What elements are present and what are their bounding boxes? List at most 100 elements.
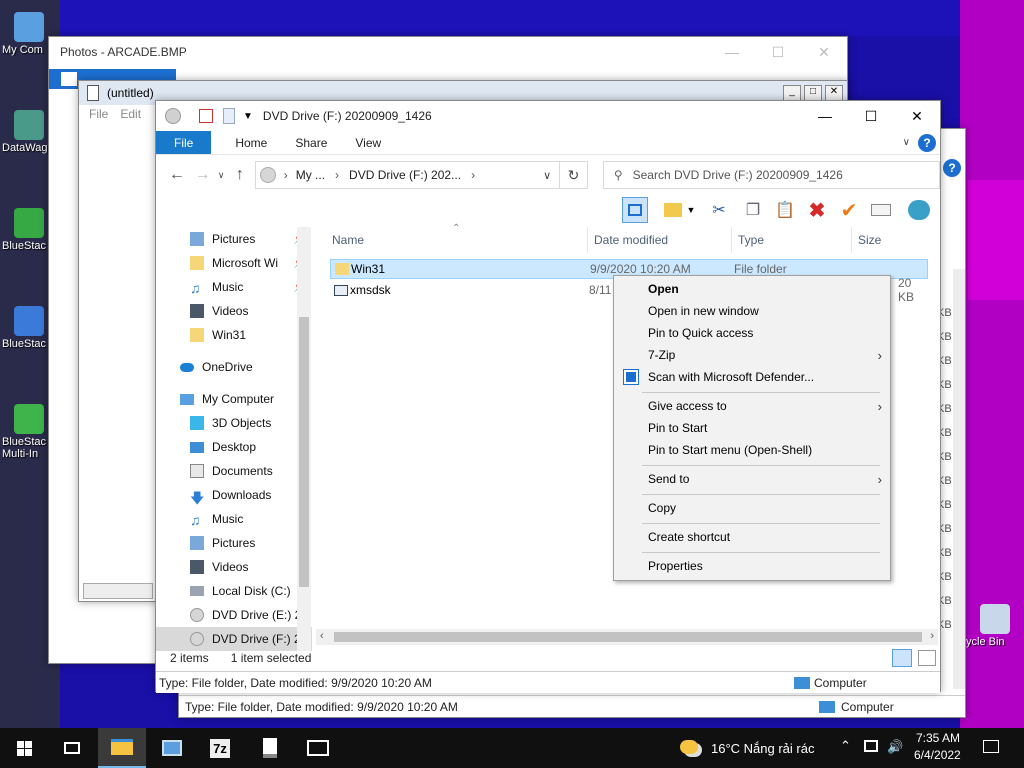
nav-item-pictures[interactable]: Pictures [156, 531, 312, 555]
navigation-pane[interactable]: Pictures 📌 Microsoft Wi 📌 ♫ Music 📌 Vide… [156, 227, 312, 651]
minimize-button[interactable]: _ [783, 85, 801, 101]
tab-share[interactable]: Share [281, 131, 341, 154]
scroll-right-icon[interactable]: › [930, 630, 934, 642]
recent-dropdown-icon[interactable]: ∨ [215, 170, 227, 181]
delete-icon[interactable]: ✖ [804, 197, 830, 223]
taskbar-notepad[interactable] [246, 728, 294, 768]
desktop-icon-bluestacks-multi[interactable]: BlueStac Multi-In [2, 404, 52, 460]
cut-icon[interactable]: ✂ [706, 197, 732, 223]
menu-item-copy[interactable]: Copy [614, 497, 890, 519]
tab-view[interactable]: View [341, 131, 395, 154]
menu-item-open[interactable]: Open [614, 278, 890, 300]
menu-item-pin-start-openshell[interactable]: Pin to Start menu (Open-Shell) [614, 439, 890, 461]
taskbar-photos[interactable] [294, 728, 342, 768]
properties-qat-icon[interactable] [199, 109, 213, 123]
nav-scroll-thumb[interactable] [299, 317, 309, 587]
back-arrow-icon[interactable]: ← [164, 166, 190, 184]
taskbar-control-panel[interactable] [148, 728, 196, 768]
address-bar[interactable]: › My ... › DVD Drive (F:) 202... › ∨ [254, 161, 561, 189]
nav-item-documents[interactable]: Documents [156, 459, 312, 483]
menu-item-pin-quick-access[interactable]: Pin to Quick access [614, 322, 890, 344]
nav-item-3d-objects[interactable]: 3D Objects [156, 411, 312, 435]
menu-item-send-to[interactable]: Send to › [614, 468, 890, 490]
tray-chevron-icon[interactable]: ⌃ [840, 738, 851, 754]
photos-titlebar[interactable]: Photos - ARCADE.BMP — ☐ ✕ [49, 37, 847, 67]
nav-item-microsoft-wi[interactable]: Microsoft Wi 📌 [156, 251, 312, 275]
context-menu[interactable]: Open Open in new window Pin to Quick acc… [613, 275, 891, 581]
maximize-button[interactable]: ☐ [755, 37, 801, 67]
menu-item-7zip[interactable]: 7-Zip › [614, 344, 890, 366]
nav-item-music[interactable]: ♫ Music [156, 507, 312, 531]
close-button[interactable]: ✕ [825, 85, 843, 101]
network-icon[interactable] [864, 740, 878, 752]
copy-icon[interactable]: ❐ [740, 197, 766, 223]
menu-item-create-shortcut[interactable]: Create shortcut [614, 526, 890, 548]
forward-arrow-icon[interactable]: → [190, 166, 216, 184]
search-input[interactable]: Search DVD Drive (F:) 20200909_1426 [633, 168, 843, 182]
nav-item-music-pinned[interactable]: ♫ Music 📌 [156, 275, 312, 299]
tab-file[interactable]: File [156, 131, 212, 154]
menu-item-pin-start[interactable]: Pin to Start [614, 417, 890, 439]
minimize-button[interactable]: — [709, 37, 755, 67]
desktop-icon-my-computer[interactable]: My Com [2, 12, 52, 56]
breadcrumb-my-computer[interactable]: My ... [296, 168, 325, 182]
clock-date[interactable]: 6/4/2022 [914, 748, 961, 762]
taskbar-7zip[interactable]: 7z [196, 728, 244, 768]
nav-item-my-computer[interactable]: My Computer [156, 387, 312, 411]
refresh-button[interactable]: ↻ [560, 161, 588, 189]
nav-item-onedrive[interactable]: OneDrive [156, 355, 312, 379]
preview-pane-icon[interactable] [622, 197, 648, 223]
qat-dropdown-icon[interactable]: ▼ [243, 111, 253, 122]
nav-item-downloads[interactable]: 🡇 Downloads [156, 483, 312, 507]
close-button[interactable]: ✕ [801, 37, 847, 67]
breadcrumb-chevron-icon[interactable]: › [335, 168, 339, 182]
breadcrumb-dvd-drive[interactable]: DVD Drive (F:) 202... [349, 168, 461, 182]
maximize-button[interactable]: □ [804, 85, 822, 101]
file-list-hscroll[interactable]: ‹ › [316, 629, 938, 645]
taskbar-file-explorer[interactable] [98, 728, 146, 768]
start-button[interactable] [0, 728, 48, 768]
column-header-name[interactable]: Name [326, 227, 588, 253]
back-help-icon[interactable]: ? [943, 159, 961, 177]
menu-file[interactable]: File [89, 107, 108, 121]
nav-item-local-disk-c[interactable]: Local Disk (C:) [156, 579, 312, 603]
menu-item-give-access[interactable]: Give access to › [614, 395, 890, 417]
notepad-hscroll[interactable] [83, 583, 153, 599]
breadcrumb-chevron-icon[interactable]: › [471, 168, 475, 182]
explorer-titlebar[interactable]: ▼ DVD Drive (F:) 20200909_1426 — ☐ ✕ [156, 101, 940, 131]
close-button[interactable]: ✕ [894, 101, 940, 131]
clock-time[interactable]: 7:35 AM [916, 731, 960, 745]
column-header-date[interactable]: Date modified [588, 227, 732, 253]
address-dropdown-icon[interactable]: ∨ [543, 169, 551, 182]
navigation-pane-scrollbar[interactable] [297, 227, 311, 651]
nav-item-dvd-drive-e[interactable]: DVD Drive (E:) 20 [156, 603, 312, 627]
search-box[interactable]: ⚲ Search DVD Drive (F:) 20200909_1426 [602, 161, 941, 189]
column-header-type[interactable]: Type [732, 227, 852, 253]
help-icon[interactable]: ? [918, 133, 936, 152]
desktop-icon-bluestacks-2[interactable]: BlueStac [2, 306, 52, 350]
tab-home[interactable]: Home [221, 131, 281, 154]
breadcrumb-chevron-icon[interactable]: › [284, 168, 288, 182]
rename-check-icon[interactable]: ✔ [836, 197, 862, 223]
move-to-folder-icon[interactable] [660, 197, 686, 223]
minimize-button[interactable]: — [802, 101, 848, 131]
menu-edit[interactable]: Edit [120, 107, 141, 121]
toolbar-dropdown-icon[interactable]: ▼ [684, 197, 698, 223]
column-header-size[interactable]: Size [852, 227, 942, 253]
scroll-left-icon[interactable]: ‹ [320, 630, 324, 642]
task-view-button[interactable] [48, 728, 96, 768]
menu-item-open-new-window[interactable]: Open in new window [614, 300, 890, 322]
weather-text[interactable]: 16°C Nắng rải rác [711, 741, 814, 756]
properties-icon[interactable] [868, 197, 894, 223]
nav-item-videos[interactable]: Videos [156, 555, 312, 579]
nav-item-videos-quick[interactable]: Videos [156, 299, 312, 323]
volume-icon[interactable]: 🔊 [887, 739, 903, 755]
menu-item-properties[interactable]: Properties [614, 555, 890, 577]
notifications-icon[interactable] [983, 740, 999, 753]
nav-item-win31-quick[interactable]: Win31 [156, 323, 312, 347]
desktop-icon-recycle-bin[interactable]: ycle Bin [966, 604, 1022, 648]
hscroll-thumb[interactable] [334, 632, 922, 642]
open-shell-icon[interactable] [906, 197, 932, 223]
details-view-button[interactable] [892, 649, 912, 667]
new-folder-qat-icon[interactable] [223, 108, 235, 124]
